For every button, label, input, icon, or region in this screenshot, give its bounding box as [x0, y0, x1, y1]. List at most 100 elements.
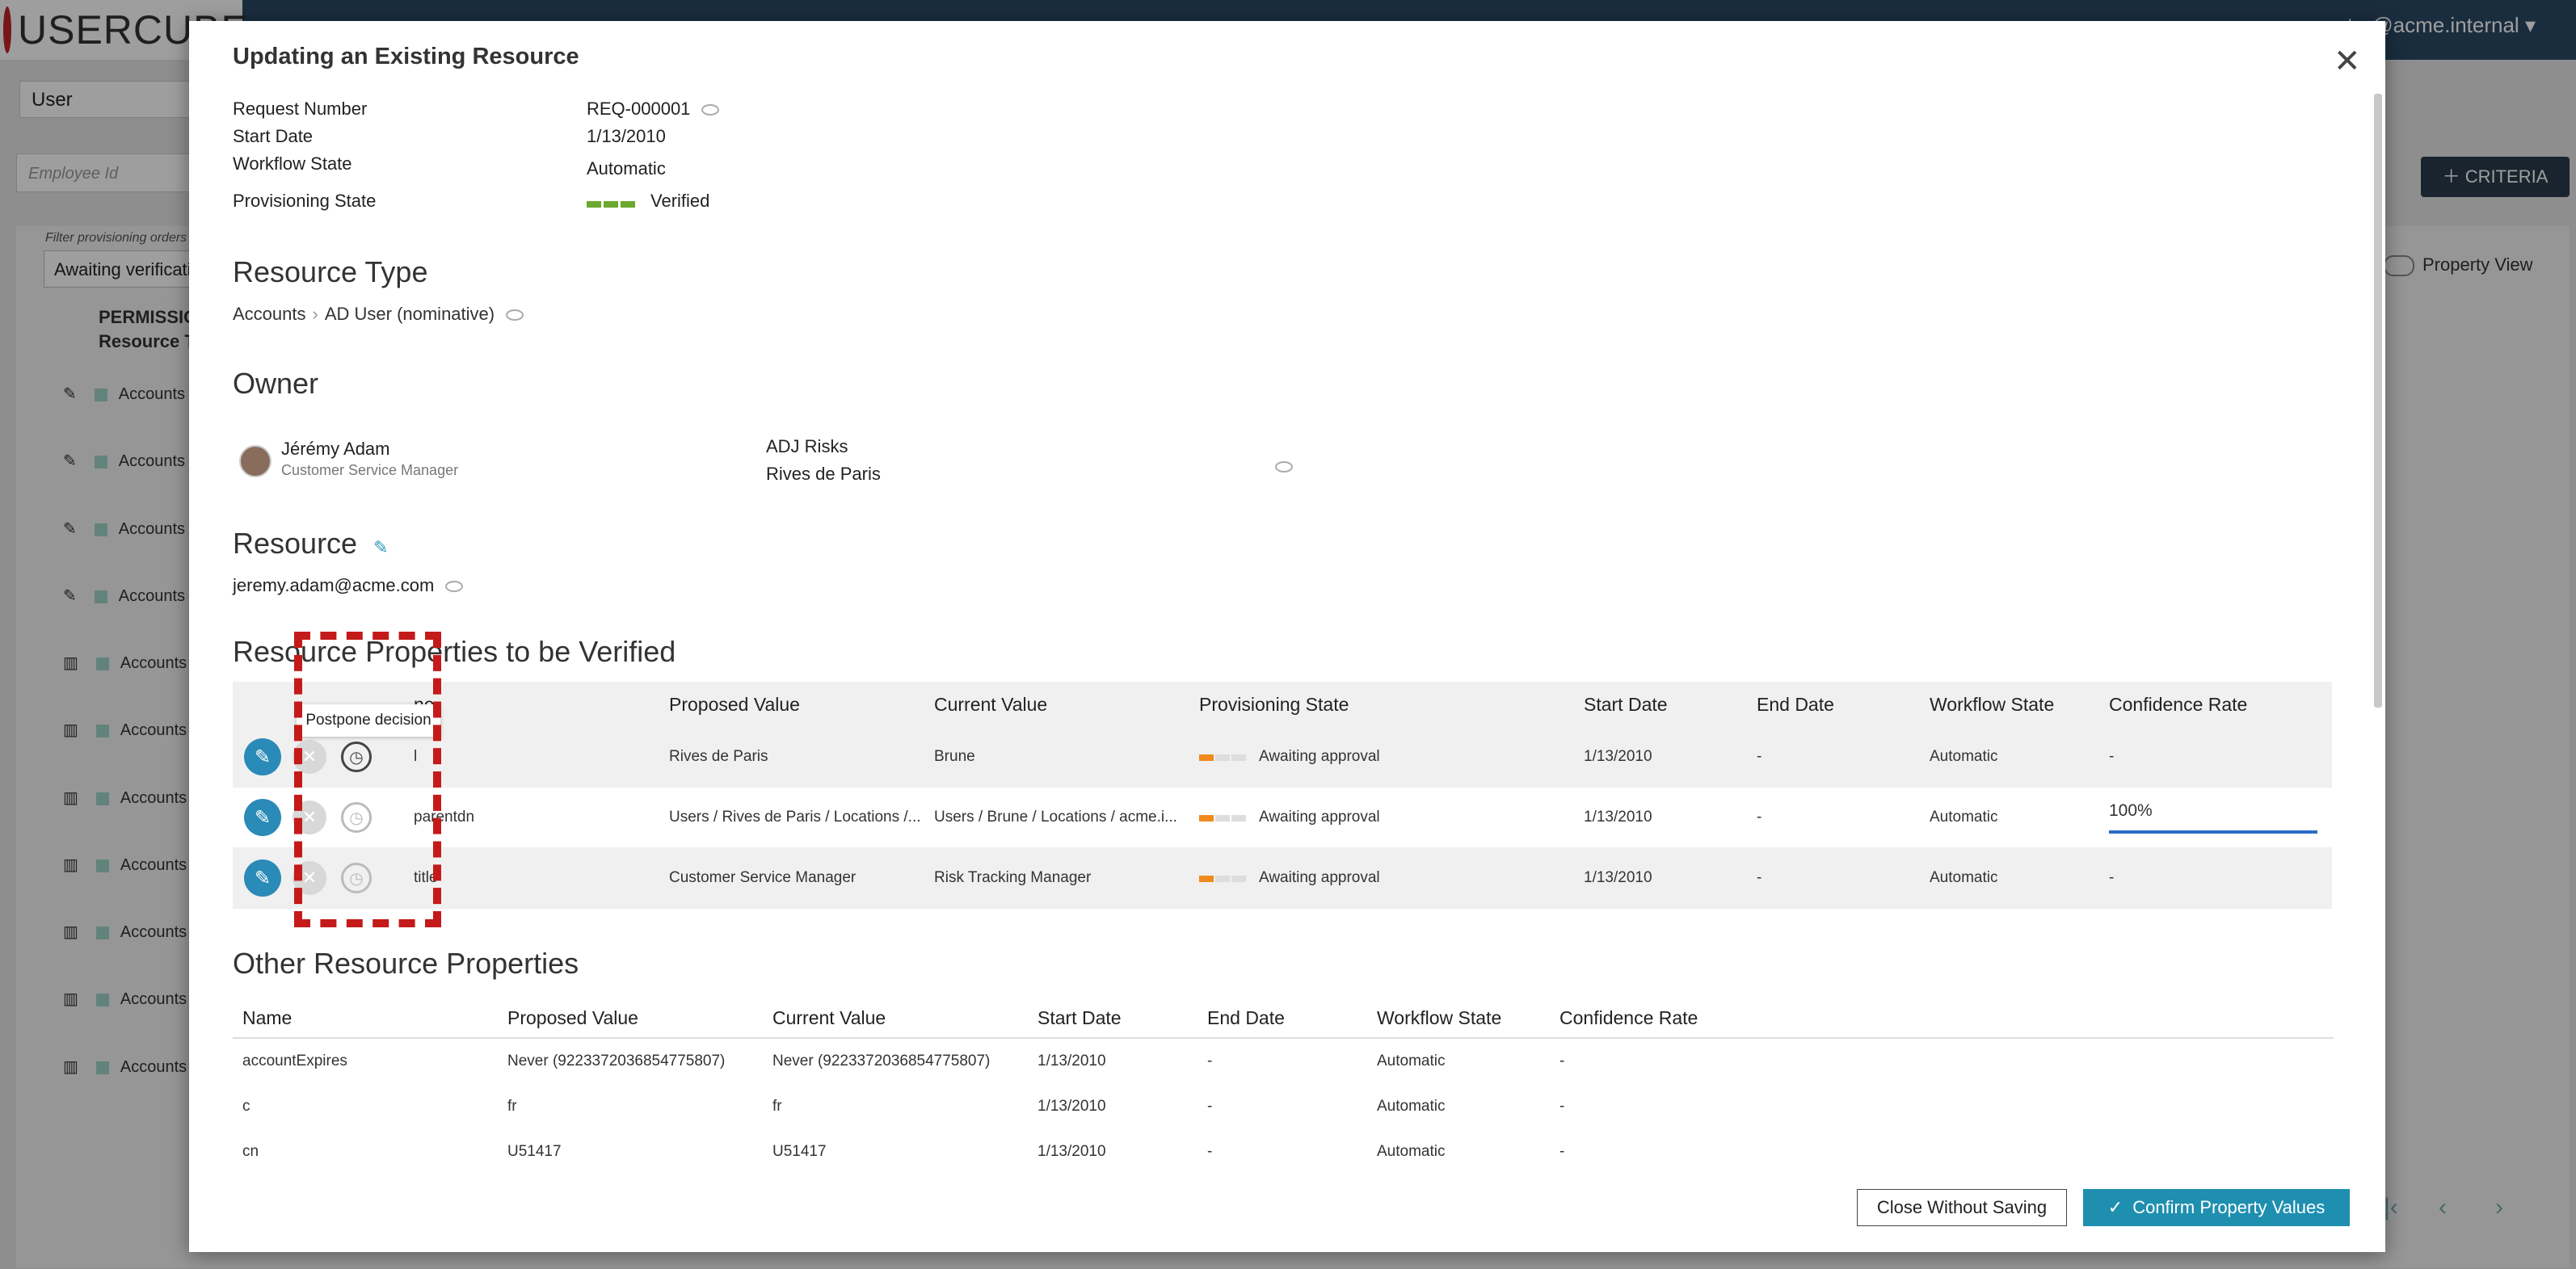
- highlight-annotation: [294, 632, 441, 927]
- column-end[interactable]: End Date: [1207, 998, 1285, 1037]
- column-workflow[interactable]: Workflow State: [1377, 998, 1501, 1037]
- column-workflow[interactable]: Workflow State: [1930, 682, 2054, 727]
- start-date-value: 1/13/2010: [587, 126, 666, 146]
- column-name[interactable]: Name: [242, 998, 292, 1037]
- verify-table: ne Proposed Value Current Value Provisio…: [233, 682, 2332, 909]
- confidence-rate-input[interactable]: 100%: [2109, 801, 2317, 834]
- proposed-value: fr: [507, 1098, 517, 1115]
- column-start[interactable]: Start Date: [1584, 682, 1668, 727]
- edit-button[interactable]: ✎: [244, 859, 281, 897]
- resource-value: jeremy.adam@acme.com: [233, 575, 464, 596]
- table-row: accountExpires Never (922337203685477580…: [233, 1039, 2334, 1084]
- provisioning-state: Awaiting approval: [1199, 727, 1380, 787]
- table-header: ne Proposed Value Current Value Provisio…: [233, 682, 2332, 727]
- check-icon: ✓: [2107, 1197, 2124, 1217]
- confidence-rate: -: [2109, 748, 2115, 765]
- column-confidence[interactable]: Confidence Rate: [1559, 998, 1698, 1037]
- status-progress-icon: [587, 191, 638, 212]
- workflow-state: Automatic: [1930, 809, 1998, 826]
- eye-icon[interactable]: [1264, 456, 1293, 477]
- status-progress-icon: [1199, 748, 1248, 766]
- end-date: -: [1757, 809, 1762, 826]
- owner-org: ADJ Risks: [766, 436, 848, 456]
- owner-location: Rives de Paris: [766, 464, 881, 484]
- other-properties-heading: Other Resource Properties: [233, 947, 579, 980]
- scrollbar[interactable]: [2374, 94, 2382, 708]
- column-confidence[interactable]: Confidence Rate: [2109, 682, 2247, 727]
- confidence-rate: -: [1559, 1098, 1565, 1115]
- proposed-value: Rives de Paris: [669, 748, 768, 765]
- edit-button[interactable]: ✎: [244, 799, 281, 836]
- confidence-rate: -: [1559, 1053, 1565, 1069]
- resource-heading: Resource ✎: [233, 527, 389, 560]
- dialog-title: Updating an Existing Resource: [233, 44, 579, 69]
- current-value: Brune: [934, 748, 975, 765]
- column-prov[interactable]: Provisioning State: [1199, 682, 1349, 727]
- column-current[interactable]: Current Value: [934, 682, 1047, 727]
- provisioning-state: Awaiting approval: [1199, 848, 1380, 908]
- resource-type-heading: Resource Type: [233, 255, 428, 288]
- workflow-state: Automatic: [1377, 1053, 1446, 1069]
- eye-icon[interactable]: [701, 104, 720, 116]
- provisioning-state-value: Verified: [587, 191, 709, 212]
- confidence-rate: -: [2109, 869, 2115, 886]
- column-proposed[interactable]: Proposed Value: [507, 998, 638, 1037]
- workflow-state: Automatic: [1377, 1143, 1446, 1160]
- edit-button[interactable]: ✎: [244, 738, 281, 775]
- other-properties-table: Name Proposed Value Current Value Start …: [233, 998, 2334, 1174]
- proposed-value: Users / Rives de Paris / Locations /...: [669, 809, 920, 826]
- workflow-state-value: Automatic: [587, 158, 666, 179]
- start-date: 1/13/2010: [1038, 1098, 1106, 1115]
- workflow-state: Automatic: [1930, 869, 1998, 886]
- workflow-state-label: Workflow State: [233, 153, 352, 174]
- column-end[interactable]: End Date: [1757, 682, 1834, 727]
- start-date: 1/13/2010: [1584, 869, 1652, 886]
- confirm-property-values-button[interactable]: ✓ Confirm Property Values: [2083, 1189, 2350, 1226]
- owner-heading: Owner: [233, 367, 319, 400]
- column-start[interactable]: Start Date: [1038, 998, 1122, 1037]
- workflow-state: Automatic: [1377, 1098, 1446, 1115]
- provisioning-state-label: Provisioning State: [233, 191, 377, 211]
- avatar: [239, 445, 271, 477]
- proposed-value: Customer Service Manager: [669, 869, 857, 886]
- eye-icon[interactable]: [506, 309, 524, 321]
- end-date: -: [1207, 1098, 1213, 1115]
- request-number-value: REQ-000001: [587, 99, 720, 120]
- confidence-rate: -: [1559, 1143, 1565, 1160]
- request-number-label: Request Number: [233, 99, 368, 119]
- property-name: accountExpires: [242, 1053, 347, 1069]
- pencil-icon[interactable]: ✎: [373, 537, 388, 558]
- eye-icon[interactable]: [445, 581, 464, 593]
- start-date: 1/13/2010: [1584, 809, 1652, 826]
- table-row: ✎ ✕ ◷ parentdn Users / Rives de Paris / …: [233, 788, 2332, 848]
- start-date: 1/13/2010: [1584, 748, 1652, 765]
- start-date-label: Start Date: [233, 126, 314, 146]
- chevron-right-icon: ›: [312, 304, 318, 324]
- start-date: 1/13/2010: [1038, 1053, 1106, 1069]
- table-row: ✎ ✕ ◷ l Rives de Paris Brune Awaiting ap…: [233, 727, 2332, 788]
- provisioning-state: Awaiting approval: [1199, 788, 1380, 847]
- property-name: cn: [242, 1143, 259, 1160]
- table-row: c fr fr 1/13/2010 - Automatic -: [233, 1084, 2334, 1129]
- end-date: -: [1757, 869, 1762, 886]
- table-row: ✎ ✕ ◷ title Customer Service Manager Ris…: [233, 848, 2332, 909]
- owner-role: Customer Service Manager: [281, 462, 459, 478]
- end-date: -: [1207, 1053, 1213, 1069]
- breadcrumb: Accounts › AD User (nominative): [233, 304, 524, 325]
- owner-name[interactable]: Jérémy Adam: [281, 439, 390, 460]
- status-progress-icon: [1199, 869, 1248, 887]
- current-value: Risk Tracking Manager: [934, 869, 1092, 886]
- workflow-state: Automatic: [1930, 748, 1998, 765]
- status-progress-icon: [1199, 809, 1248, 826]
- table-header: Name Proposed Value Current Value Start …: [233, 998, 2334, 1039]
- update-resource-dialog: Updating an Existing Resource ✕ Request …: [189, 21, 2385, 1252]
- proposed-value: Never (9223372036854775807): [507, 1053, 726, 1069]
- column-proposed[interactable]: Proposed Value: [669, 682, 800, 727]
- column-current[interactable]: Current Value: [772, 998, 886, 1037]
- table-row: cn U51417 U51417 1/13/2010 - Automatic -: [233, 1129, 2334, 1174]
- proposed-value: U51417: [507, 1143, 562, 1160]
- current-value: Never (9223372036854775807): [772, 1053, 991, 1069]
- close-icon[interactable]: ✕: [2334, 45, 2361, 78]
- close-without-saving-button[interactable]: Close Without Saving: [1857, 1189, 2067, 1226]
- current-value: U51417: [772, 1143, 827, 1160]
